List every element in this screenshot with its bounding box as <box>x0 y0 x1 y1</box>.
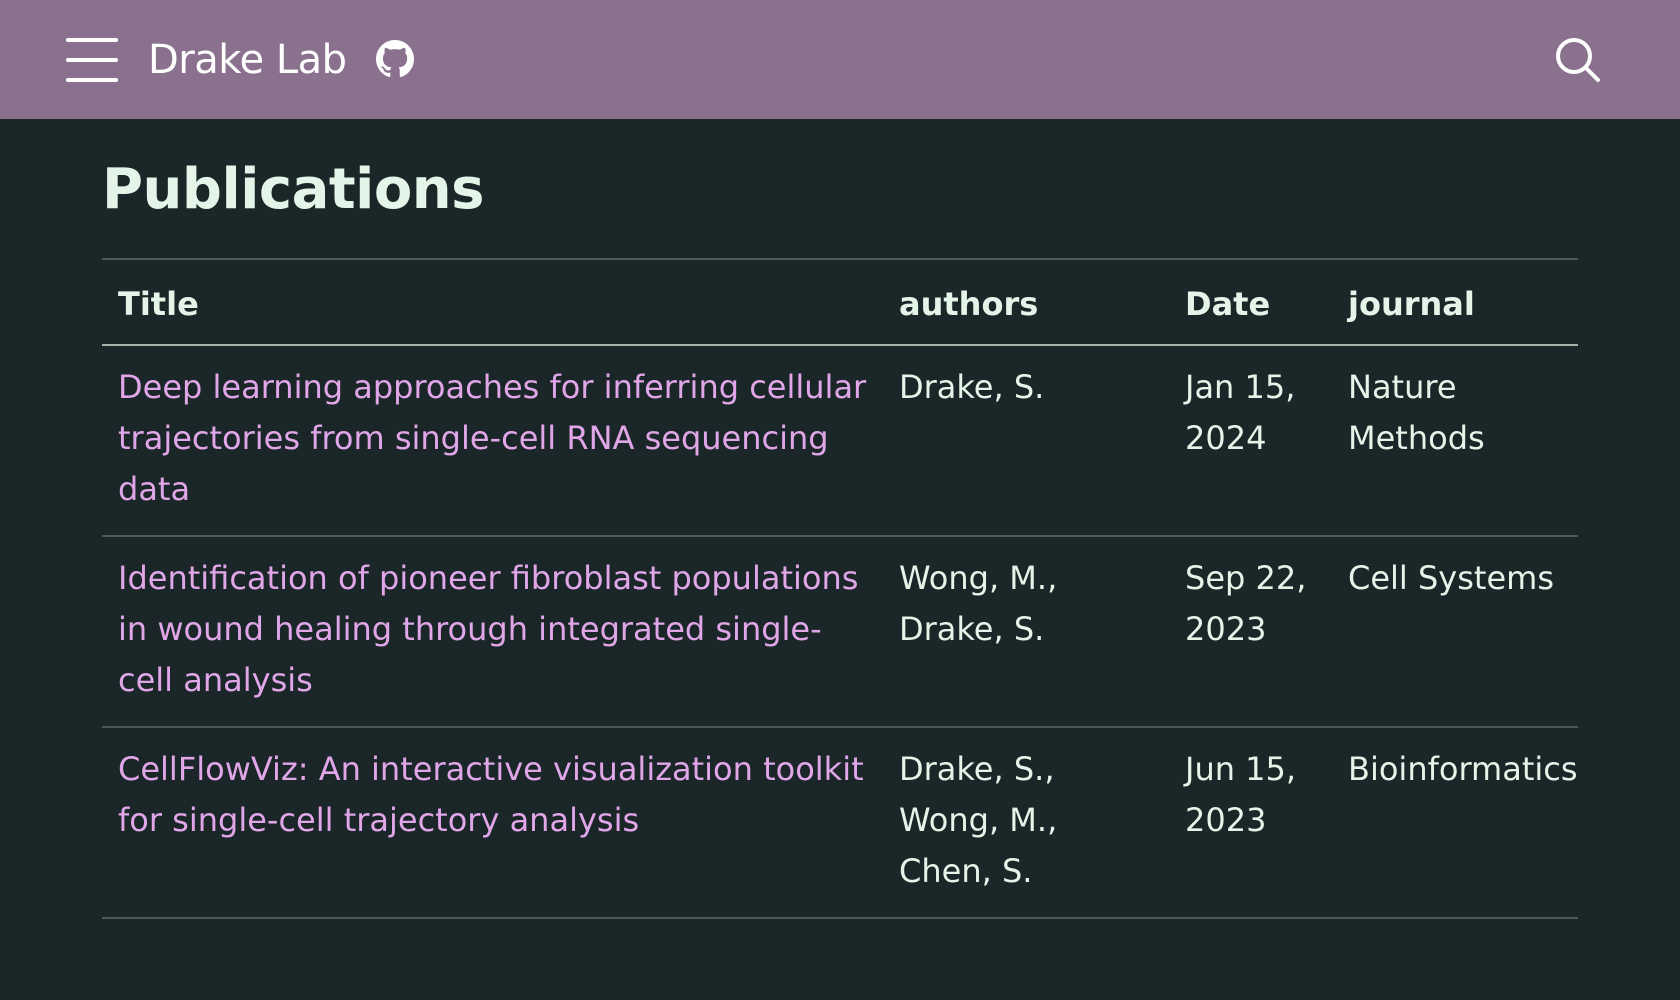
menu-bar-middle <box>66 58 118 62</box>
publication-journal: Bioinformatics <box>1332 727 1578 919</box>
table-row: Deep learning approaches for inferring c… <box>102 345 1578 537</box>
publication-journal: Nature Methods <box>1332 345 1578 537</box>
menu-bar-top <box>66 38 118 42</box>
publication-authors: Drake, S., Wong, M., Chen, S. <box>883 727 1169 919</box>
site-brand-link[interactable]: Drake Lab <box>148 32 347 88</box>
table-row: Identification of pioneer fibroblast pop… <box>102 536 1578 728</box>
column-header-authors[interactable]: authors <box>883 259 1169 346</box>
publications-table: Title authors Date journal Deep learning… <box>102 258 1578 919</box>
publication-authors: Wong, M., Drake, S. <box>883 536 1169 728</box>
publication-date: Jun 15, 2023 <box>1169 727 1332 919</box>
publication-date: Sep 22, 2023 <box>1169 536 1332 728</box>
column-header-title[interactable]: Title <box>102 259 883 346</box>
publication-authors: Drake, S. <box>883 345 1169 537</box>
publication-title-cell: CellFlowViz: An interactive visualizatio… <box>102 727 883 919</box>
github-icon[interactable] <box>376 40 414 78</box>
publication-date: Jan 15, 2024 <box>1169 345 1332 537</box>
publication-title-link[interactable]: Identification of pioneer fibroblast pop… <box>118 559 858 699</box>
column-header-date[interactable]: Date <box>1169 259 1332 346</box>
table-row: CellFlowViz: An interactive visualizatio… <box>102 727 1578 919</box>
navbar: Drake Lab <box>0 0 1680 119</box>
publication-title-link[interactable]: Deep learning approaches for inferring c… <box>118 368 866 508</box>
menu-bar-bottom <box>66 78 118 82</box>
publication-title-cell: Deep learning approaches for inferring c… <box>102 345 883 537</box>
table-header-row: Title authors Date journal <box>102 259 1578 346</box>
search-icon[interactable] <box>1554 36 1602 84</box>
publication-journal: Cell Systems <box>1332 536 1578 728</box>
publication-title-link[interactable]: CellFlowViz: An interactive visualizatio… <box>118 750 864 839</box>
column-header-journal[interactable]: journal <box>1332 259 1578 346</box>
hamburger-menu-icon[interactable] <box>66 38 120 82</box>
publication-title-cell: Identification of pioneer fibroblast pop… <box>102 536 883 728</box>
page-title: Publications <box>102 157 485 222</box>
